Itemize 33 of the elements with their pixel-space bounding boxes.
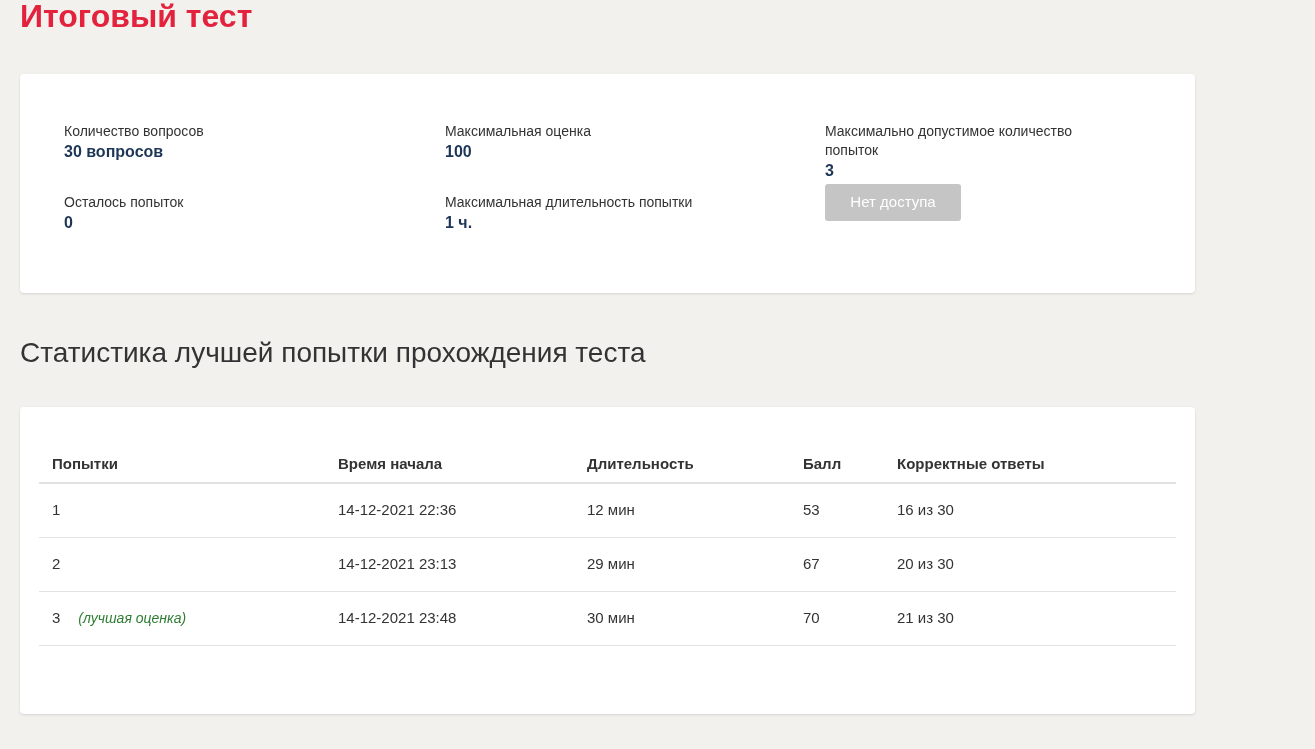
column-header: Попытки — [52, 454, 118, 472]
table-cell-text: 30 мин — [587, 608, 635, 629]
table-cell-text: 67 — [803, 554, 820, 575]
section-heading: Статистика лучшей попытки прохождения теста — [20, 336, 646, 370]
info-value: 3 — [825, 161, 835, 181]
info-value: 1 ч. — [445, 213, 474, 233]
table-cell-text: 1 — [52, 500, 61, 521]
column-header: Балл — [803, 454, 842, 472]
info-label: Максимально допустимое количество попыток — [825, 122, 1073, 160]
info-label: Осталось попыток — [64, 193, 185, 212]
column-header: Длительность — [587, 454, 694, 472]
column-header: Время начала — [338, 454, 443, 472]
table-cell-text: 3 — [52, 608, 61, 629]
info-value: 100 — [445, 142, 473, 162]
table-cell-text: 2 — [52, 554, 61, 575]
table-cell-text: 14-12-2021 23:13 — [338, 554, 457, 575]
page-title: Итоговый тест — [20, 0, 253, 34]
table-cell-text: 70 — [803, 608, 820, 629]
info-value: 0 — [64, 213, 74, 233]
column-header: Корректные ответы — [897, 454, 1045, 472]
table-cell-text: 21 из 30 — [897, 608, 954, 629]
best-score-note: (лучшая оценка) — [78, 609, 187, 628]
table-cell-text: 14-12-2021 22:36 — [338, 500, 457, 521]
info-value: 30 вопросов — [64, 142, 165, 162]
table-cell-text: 20 из 30 — [897, 554, 954, 575]
info-label: Количество вопросов — [64, 122, 205, 141]
table-cell-text: 12 мин — [587, 500, 635, 521]
table-cell-text: 53 — [803, 500, 820, 521]
table-cell-text: 14-12-2021 23:48 — [338, 608, 457, 629]
table-cell-text: 29 мин — [587, 554, 635, 575]
table-cell-text: 16 из 30 — [897, 500, 954, 521]
info-label: Максимальная оценка — [445, 122, 592, 141]
info-label: Максимальная длительность попытки — [445, 193, 694, 212]
